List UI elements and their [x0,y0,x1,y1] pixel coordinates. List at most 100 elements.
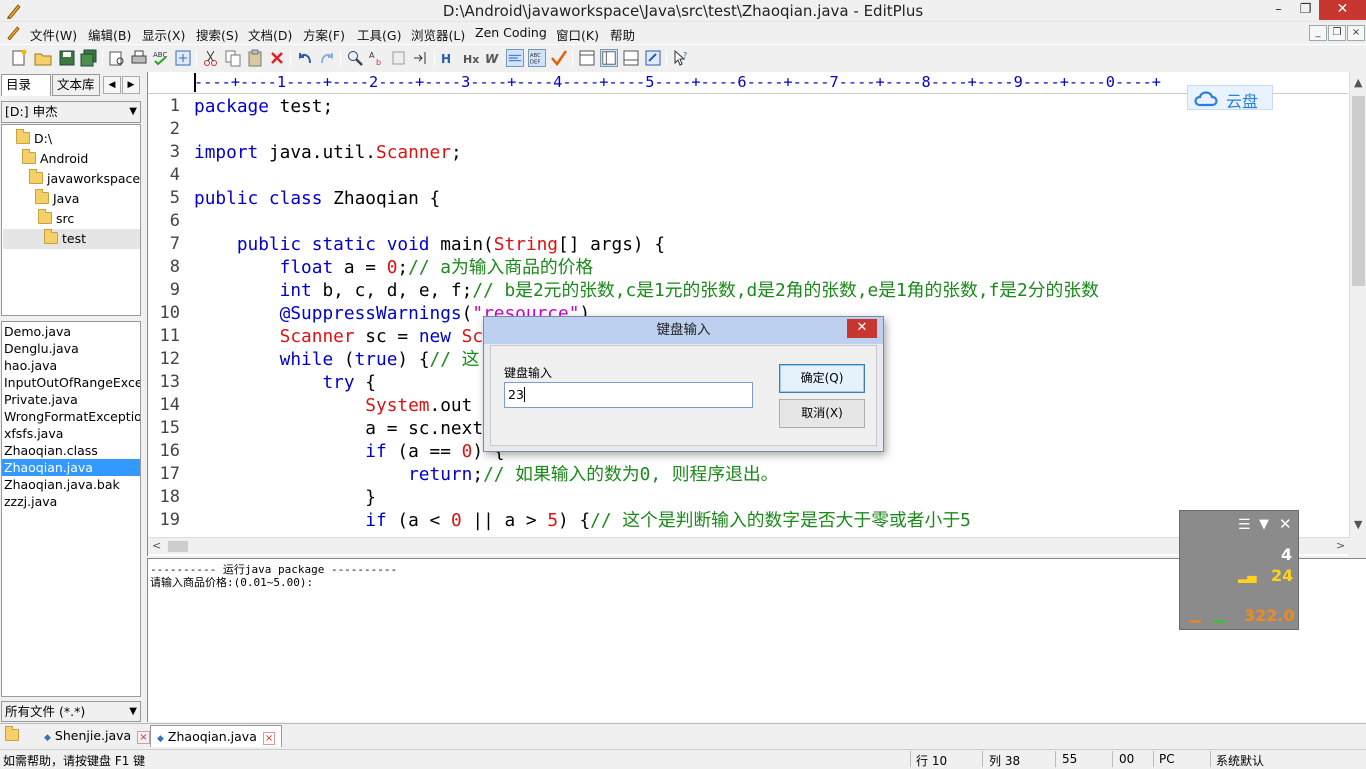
code-line[interactable]: try { [194,371,376,394]
menu-zen-coding[interactable]: Zen Coding [475,25,547,40]
open-folder-icon[interactable] [34,49,52,67]
ruler-toggle-icon[interactable] [506,49,524,67]
ok-button[interactable]: 确定(Q) [779,364,865,393]
code-editor[interactable]: ----+----1----+----2----+----3----+----4… [147,72,1366,556]
menu-document[interactable]: 文档(D) [248,25,292,44]
tree-item-javaworkspace[interactable]: javaworkspace [29,169,140,189]
close-window-button[interactable]: ✕ [1319,0,1366,20]
paste-icon[interactable] [246,49,264,67]
copy-icon[interactable] [224,49,242,67]
goto-line-icon[interactable] [412,49,430,67]
scroll-right-icon[interactable]: > [1336,539,1345,552]
cancel-button[interactable]: 取消(X) [779,399,865,428]
spell-check-icon[interactable]: ABC [152,49,170,67]
menu-help[interactable]: 帮助 [610,25,635,44]
menu-icon[interactable]: ☰ [1238,517,1251,533]
font-icon[interactable]: Hx [462,49,480,67]
file-item-wrongformat[interactable]: WrongFormatException.java [4,408,140,425]
restore-button[interactable]: ❐ [1292,0,1319,20]
line-number-toggle-icon[interactable]: ABCDEF [528,49,546,67]
code-line[interactable]: public static void main(String[] args) { [194,233,665,256]
doctab-shenjie[interactable]: ◆ Shenjie.java × [38,725,156,747]
file-item-zhaoqian-bak[interactable]: Zhaoqian.java.bak [4,476,140,493]
mdi-close-button[interactable]: × [1347,25,1365,41]
menu-view[interactable]: 显示(X) [142,25,185,44]
scroll-down-icon[interactable]: ▼ [1354,518,1362,531]
tab-directory[interactable]: 目录 [1,74,51,96]
scroll-up-icon[interactable]: ▲ [1354,76,1362,89]
file-item-zhaoqian-java[interactable]: Zhaoqian.java [2,459,140,476]
tree-item-android[interactable]: Android [22,149,88,169]
file-item-xfsfs[interactable]: xfsfs.java [4,425,140,442]
close-tab-icon[interactable]: × [137,731,150,744]
code-line[interactable]: if (a == 0) { [194,440,504,463]
scrollbar-thumb[interactable] [1352,96,1365,286]
find-in-files-icon[interactable] [390,49,408,67]
vertical-scrollbar[interactable]: ▲ ▼ [1349,72,1366,556]
file-item-demo[interactable]: Demo.java [4,323,140,340]
directory-window-icon[interactable] [600,49,618,67]
scroll-left-icon[interactable]: < [152,539,161,552]
chevron-down-icon[interactable]: ▼ [1259,517,1269,532]
file-item-denglu[interactable]: Denglu.java [4,340,140,357]
check-icon[interactable] [550,49,568,67]
close-icon[interactable]: ✕ [1279,515,1292,533]
close-tab-icon[interactable]: × [262,732,276,745]
menu-window[interactable]: 窗口(K) [556,25,599,44]
code-line[interactable]: public class Zhaoqian { [194,187,440,210]
cliptext-window-icon[interactable] [622,49,640,67]
delete-icon[interactable] [268,49,286,67]
print-icon[interactable] [130,49,148,67]
browser-preview-icon[interactable] [174,49,192,67]
menu-search[interactable]: 搜索(S) [196,25,239,44]
save-all-icon[interactable] [80,49,98,67]
dialog-close-button[interactable]: ✕ [847,319,877,338]
file-item-inputoutofrange[interactable]: InputOutOfRangeException.java [4,374,140,391]
print-preview-icon[interactable] [108,49,126,67]
code-line[interactable]: if (a < 0 || a > 5) {// 这个是判断输入的数字是否大于零或… [194,509,971,532]
menu-file[interactable]: 文件(W) [30,25,77,44]
code-line[interactable]: Scanner sc = new Sc [194,325,483,348]
doctab-zhaoqian[interactable]: ◆ Zhaoqian.java × [150,725,283,747]
cut-icon[interactable] [202,49,220,67]
drive-select[interactable]: [D:] 申杰 ▼ [1,101,141,123]
tab-scroll-right-button[interactable]: ▶ [122,76,140,94]
menu-project[interactable]: 方案(F) [303,25,345,44]
menu-edit[interactable]: 编辑(B) [88,25,131,44]
file-item-private[interactable]: Private.java [4,391,140,408]
replace-icon[interactable]: Ab [368,49,386,67]
word-wrap-icon[interactable]: W [484,49,502,67]
tree-item-src[interactable]: src [38,209,74,229]
mdi-minimize-button[interactable]: _ [1309,25,1327,41]
file-item-zhaoqian-class[interactable]: Zhaoqian.class [4,442,140,459]
code-line[interactable]: package test; [194,95,333,118]
context-help-icon[interactable]: ? [672,49,690,67]
save-icon[interactable] [58,49,76,67]
tab-scroll-left-button[interactable]: ◀ [103,76,121,94]
html-toolbar-icon[interactable]: H [440,49,458,67]
code-line[interactable]: float a = 0;// a为输入商品的价格 [194,256,594,279]
file-item-zzzj[interactable]: zzzj.java [4,493,140,510]
code-line[interactable]: a = sc.next [194,417,483,440]
undo-icon[interactable] [296,49,314,67]
menu-tools[interactable]: 工具(G) [357,25,401,44]
find-icon[interactable] [346,49,364,67]
scrollbar-thumb[interactable] [168,541,188,552]
redo-icon[interactable] [318,49,336,67]
keyboard-input-field[interactable]: 23 [504,382,753,408]
code-line[interactable]: } [194,486,376,509]
system-monitor-widget[interactable]: ☰ ▼ ✕ 4 ▂▄ 24 ▁ ▁ 322.0 [1179,510,1299,630]
menu-browser[interactable]: 浏览器(L) [411,25,465,44]
code-line[interactable]: return;// 如果输入的数为0, 则程序退出。 [194,463,778,486]
minimize-button[interactable]: – [1265,0,1292,20]
fullscreen-icon[interactable] [644,49,662,67]
tree-item-test[interactable]: test [3,229,140,249]
tree-item-java[interactable]: Java [35,189,79,209]
horizontal-scrollbar[interactable]: < > [148,537,1350,554]
code-line[interactable]: int b, c, d, e, f;// b是2元的张数,c是1元的张数,d是2… [194,279,1099,302]
tree-item-drive[interactable]: D:\ [16,129,52,149]
new-file-icon[interactable] [10,49,28,67]
output-window-icon[interactable] [578,49,596,67]
tab-text-library[interactable]: 文本库 [52,74,100,96]
code-line[interactable]: import java.util.Scanner; [194,141,462,164]
